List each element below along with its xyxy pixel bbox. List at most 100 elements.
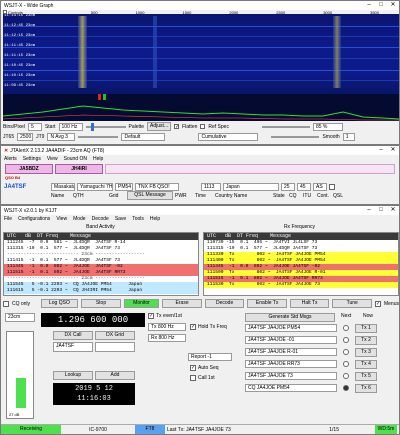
tx-freq-spinner[interactable]: Tx 800 Hz <box>148 323 186 331</box>
callsign-slot[interactable]: JH4IRI <box>55 164 103 174</box>
bins-per-pixel-spinner[interactable]: 5 <box>27 122 42 131</box>
flatten-checkbox[interactable]: ✓ <box>174 124 179 130</box>
tx5-button[interactable]: Tx 5 <box>355 372 377 381</box>
rx-freq-spinner[interactable]: Rx 800 Hz <box>148 334 186 342</box>
tx1-next-radio[interactable] <box>343 325 349 331</box>
generate-std-msgs-button[interactable]: Generate Std Msgs <box>245 313 335 322</box>
menu-alerts[interactable]: Alerts <box>4 156 17 162</box>
grid-field[interactable]: PM54 <box>115 183 133 191</box>
tx1-message[interactable]: JA4TSF JA4JOE PM54 <box>245 324 337 332</box>
menu-help[interactable]: Help <box>150 216 160 222</box>
name-field[interactable]: Masakata <box>51 183 75 191</box>
decode-row-cq[interactable]: 111615 5 -0.1 2293 ~ CQ JH4IRI PM54 Japa… <box>4 288 198 294</box>
jt65-spinner[interactable]: 2500 <box>17 133 34 141</box>
power-field[interactable]: 1113 <box>201 183 221 191</box>
gain-slider[interactable] <box>261 125 310 128</box>
close-icon[interactable]: ✕ <box>387 146 399 155</box>
erase-button[interactable]: Erase <box>162 299 202 308</box>
qsl-message-field[interactable]: TNX FB QSO! <box>135 183 179 191</box>
call-1st-checkbox[interactable] <box>190 375 196 381</box>
menu-mode[interactable]: Mode <box>73 216 86 222</box>
country-field[interactable]: Japan <box>223 183 279 191</box>
ref-spec-checkbox[interactable] <box>200 124 206 129</box>
navg-spinner[interactable]: N Avg 3 <box>47 133 76 141</box>
cq-only-checkbox[interactable] <box>3 300 9 307</box>
band-select[interactable]: 23cm <box>5 313 35 322</box>
log-qso-button[interactable]: Log QSO <box>40 299 79 308</box>
enable-tx-button[interactable]: Enable Tx <box>247 299 287 308</box>
tx-even-checkbox[interactable]: ✓ <box>148 313 154 319</box>
tx6-message[interactable]: CQ JA4JOE PM54 <box>245 384 337 392</box>
adjust-button[interactable]: Adjust... <box>147 122 172 131</box>
itu-field[interactable]: 45 <box>297 183 311 191</box>
col-qsl: QSL <box>333 192 344 199</box>
smooth-spinner[interactable]: 1 <box>342 133 355 141</box>
zero-slider-2[interactable] <box>271 136 320 138</box>
minimize-icon[interactable]: – <box>363 1 375 10</box>
rx-frequency-pane[interactable]: UTC dB DT Freq Message 110730 -15 0.1 49… <box>203 232 399 296</box>
hold-tx-checkbox[interactable]: ✓ <box>190 324 196 330</box>
tx6-button[interactable]: Tx 6 <box>355 384 377 393</box>
tx5-message[interactable]: JA4TSF JA4JOE 73 <box>245 372 337 380</box>
tx4-message[interactable]: JA4TSF JA4JOE RR73 <box>245 360 337 368</box>
tx4-button[interactable]: Tx 4 <box>355 360 377 369</box>
decode-button[interactable]: Decode <box>204 299 245 308</box>
tx6-next-radio[interactable] <box>343 385 349 391</box>
report-spinner[interactable]: Report -1 <box>188 353 232 361</box>
start-freq-spinner[interactable]: 100 Hz <box>58 122 83 131</box>
tx2-button[interactable]: Tx 2 <box>355 336 377 345</box>
tx2-message[interactable]: JA4TSF JA4JOE -01 <box>245 336 337 344</box>
mode-status: FT8 <box>135 425 165 434</box>
menu-settings[interactable]: Settings <box>23 156 41 162</box>
menu-configurations[interactable]: Configurations <box>18 216 50 222</box>
qth-field[interactable]: Yamaguchi 7H <box>77 183 113 191</box>
wide-graph-window: WSJT-X - Wide Graph – □ ✕ Controls 500 100… <box>0 0 400 145</box>
tx3-message[interactable]: JA4TSF JA4JOE R-01 <box>245 348 337 356</box>
palette-slider[interactable] <box>85 122 126 131</box>
minimize-icon[interactable]: – <box>375 146 387 155</box>
tx2-next-radio[interactable] <box>343 337 349 343</box>
dx-call-input[interactable]: JA4TSF <box>53 342 93 352</box>
add-button[interactable]: Add <box>95 371 135 380</box>
spec-spinner[interactable]: 85 % <box>312 122 343 131</box>
tx5-next-radio[interactable] <box>343 373 349 379</box>
menu-sound[interactable]: Sound ON <box>64 156 87 162</box>
tx-row[interactable]: 111530 Tx 802 ~ JA4TSF JA4JOE 73 <box>204 282 398 288</box>
qsl-message-button[interactable]: QSL Message <box>127 191 173 200</box>
callsign-slot[interactable]: JA5BDZ <box>5 164 53 174</box>
stop-button[interactable]: Stop <box>81 299 121 308</box>
state-field[interactable]: 25 <box>281 183 295 191</box>
col-itu: ITU <box>303 192 312 199</box>
maximize-icon[interactable]: □ <box>375 206 387 215</box>
menu-view[interactable]: View <box>47 156 58 162</box>
cont-field[interactable]: AS <box>313 183 327 191</box>
tx4-next-radio[interactable] <box>343 361 349 367</box>
rx-frequency-label: Rx Frequency <box>283 223 316 230</box>
minimize-icon[interactable]: – <box>363 206 375 215</box>
lookup-button[interactable]: Lookup <box>53 371 93 380</box>
close-icon[interactable]: ✕ <box>387 206 399 215</box>
waterfall-display[interactable]: 11:13:15 23cm 11:12:45 23cm 11:12:15 23c… <box>3 14 399 121</box>
palette-select[interactable]: Default <box>121 133 166 141</box>
spectrum-type-select[interactable]: Cumulative <box>198 133 259 141</box>
band-activity-pane[interactable]: UTC dB DT Freq Message 111245 -7 0.9 581… <box>3 232 199 296</box>
menus-checkbox[interactable]: ✓ <box>374 300 381 307</box>
menu-file[interactable]: File <box>4 216 12 222</box>
dx-grid-input[interactable] <box>95 342 135 352</box>
menu-tools[interactable]: Tools <box>132 216 144 222</box>
tx1-button[interactable]: Tx 1 <box>355 324 377 333</box>
close-icon[interactable]: ✕ <box>387 1 399 10</box>
monitor-button[interactable]: Monitor <box>123 299 160 308</box>
auto-seq-checkbox[interactable]: ✓ <box>190 365 196 371</box>
maximize-icon[interactable]: □ <box>375 1 387 10</box>
qsl-checkbox[interactable] <box>329 184 335 190</box>
menu-view[interactable]: View <box>56 216 67 222</box>
menu-decode[interactable]: Decode <box>92 216 109 222</box>
tx3-next-radio[interactable] <box>343 349 349 355</box>
halt-tx-button[interactable]: Halt Tx <box>289 299 330 308</box>
tune-button[interactable]: Tune <box>332 299 372 308</box>
menu-help[interactable]: Help <box>93 156 103 162</box>
zero-slider[interactable] <box>78 136 119 138</box>
tx3-button[interactable]: Tx 3 <box>355 348 377 357</box>
menu-save[interactable]: Save <box>115 216 126 222</box>
